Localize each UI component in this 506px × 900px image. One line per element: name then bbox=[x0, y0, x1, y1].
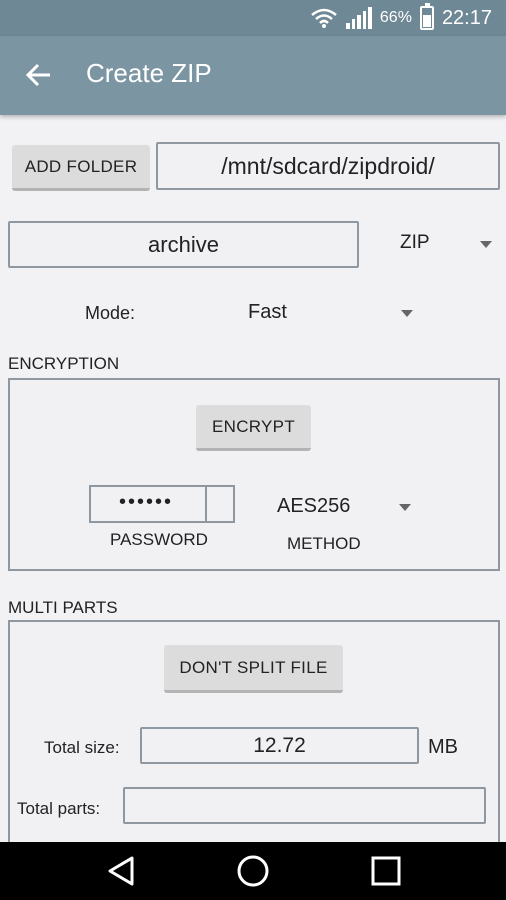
navigation-bar bbox=[0, 842, 506, 900]
archive-name-field[interactable]: archive bbox=[8, 221, 359, 268]
mode-label: Mode: bbox=[85, 303, 136, 323]
dont-split-file-button[interactable]: DON'T SPLIT FILE bbox=[164, 645, 343, 693]
clock: 22:17 bbox=[441, 6, 492, 29]
nav-back-icon[interactable] bbox=[104, 854, 138, 888]
format-dropdown-icon bbox=[480, 241, 492, 248]
size-unit-label: MB bbox=[428, 736, 458, 758]
app-bar: Create ZIP bbox=[0, 36, 506, 115]
status-icons: 66% 22:17 bbox=[310, 3, 492, 30]
wifi-icon bbox=[311, 8, 337, 28]
battery-percent: 66% bbox=[379, 9, 412, 26]
mode-dropdown-icon bbox=[401, 310, 413, 317]
format-value: ZIP bbox=[400, 232, 430, 253]
method-select[interactable]: AES256 bbox=[277, 495, 412, 521]
password-label: PASSWORD bbox=[110, 530, 208, 549]
method-dropdown-icon bbox=[399, 504, 411, 511]
format-select[interactable]: ZIP bbox=[400, 232, 495, 258]
password-input[interactable]: •••••• bbox=[89, 485, 235, 523]
mode-value: Fast bbox=[248, 301, 287, 323]
nav-home-icon[interactable] bbox=[236, 854, 270, 888]
status-bar: 66% 22:17 bbox=[0, 0, 506, 36]
total-parts-field[interactable] bbox=[123, 787, 486, 824]
battery-icon bbox=[419, 3, 434, 30]
method-label: METHOD bbox=[287, 534, 361, 553]
signal-icon bbox=[345, 7, 372, 29]
password-caret bbox=[205, 487, 207, 521]
nav-recent-icon[interactable] bbox=[370, 855, 402, 887]
page-title: Create ZIP bbox=[86, 58, 212, 88]
multi-parts-section-title: MULTI PARTS bbox=[8, 598, 118, 617]
total-parts-label: Total parts: bbox=[17, 799, 101, 818]
total-size-field[interactable]: 12.72 bbox=[140, 727, 419, 764]
path-field[interactable]: /mnt/sdcard/zipdroid/ bbox=[156, 142, 500, 190]
add-folder-button[interactable]: ADD FOLDER bbox=[12, 145, 150, 191]
mode-select[interactable]: Fast bbox=[248, 301, 418, 327]
encrypt-button[interactable]: ENCRYPT bbox=[196, 405, 311, 451]
total-size-label: Total size: bbox=[44, 738, 120, 757]
arrow-back-icon[interactable] bbox=[24, 60, 54, 90]
method-value: AES256 bbox=[277, 495, 351, 517]
encryption-section-title: ENCRYPTION bbox=[8, 354, 120, 373]
password-mask: •••••• bbox=[119, 491, 174, 513]
